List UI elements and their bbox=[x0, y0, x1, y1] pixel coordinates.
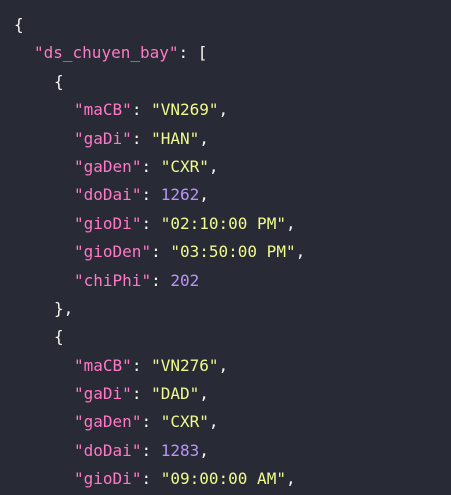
code-line: "gaDi": "DAD", bbox=[74, 384, 209, 404]
json-string-value: "VN276" bbox=[151, 355, 219, 375]
code-line: "gaDi": "HAN", bbox=[74, 128, 209, 148]
object-open-brace: { bbox=[54, 327, 64, 347]
code-line: "maCB": "VN276", bbox=[74, 355, 229, 375]
json-number-value: 1262 bbox=[160, 185, 200, 205]
code-line: "gioDi": "09:00:00 AM", bbox=[74, 469, 296, 489]
open-brace: { bbox=[14, 15, 24, 34]
code-line: "doDai": 1262, bbox=[74, 185, 209, 205]
json-string-value: "09:00:00 AM" bbox=[160, 469, 286, 489]
json-number-value: 1283 bbox=[160, 440, 200, 460]
code-line: { bbox=[14, 323, 451, 351]
json-string-value: "CXR" bbox=[160, 156, 209, 176]
json-string-value: "02:10:00 PM" bbox=[160, 213, 286, 233]
json-key: "gioDi" bbox=[74, 469, 142, 489]
object-close-brace: }, bbox=[54, 298, 74, 318]
json-string-value: "VN269" bbox=[151, 100, 219, 120]
json-string-value: "CXR" bbox=[160, 412, 209, 432]
code-line: "doDai": 1283, bbox=[74, 440, 209, 460]
json-code-view: { "ds_chuyen_bay": [ { "maCB": "VN269", … bbox=[0, 0, 451, 495]
json-string-value: "03:50:00 PM" bbox=[170, 242, 296, 262]
code-line: { bbox=[14, 68, 451, 96]
json-key: "doDai" bbox=[74, 440, 142, 460]
object-open-brace: { bbox=[54, 71, 64, 91]
code-line: "maCB": "VN269", bbox=[74, 100, 229, 120]
code-line: { bbox=[14, 11, 451, 39]
json-key: "gioDen" bbox=[74, 242, 152, 262]
json-key: "gaDen" bbox=[74, 412, 142, 432]
json-key: "chiPhi" bbox=[74, 270, 152, 290]
json-string-value: "DAD" bbox=[151, 384, 200, 404]
json-key: "doDai" bbox=[74, 185, 142, 205]
code-line: "chiPhi": 202 bbox=[74, 270, 200, 290]
code-line: "gioDen": "03:50:00 PM", bbox=[74, 242, 306, 262]
code-line: "gaDen": "CXR", bbox=[74, 156, 219, 176]
code-line: "gioDi": "02:10:00 PM", bbox=[74, 213, 296, 233]
json-key: "gaDi" bbox=[74, 128, 132, 148]
code-line: "gaDen": "CXR", bbox=[74, 412, 219, 432]
root-key: "ds_chuyen_bay" bbox=[34, 43, 179, 63]
json-key: "gaDi" bbox=[74, 384, 132, 404]
code-line: }, bbox=[14, 295, 451, 323]
json-string-value: "HAN" bbox=[151, 128, 200, 148]
json-key: "maCB" bbox=[74, 100, 132, 120]
code-line: "ds_chuyen_bay": [ bbox=[34, 43, 208, 63]
json-key: "maCB" bbox=[74, 355, 132, 375]
json-number-value: 202 bbox=[170, 270, 200, 290]
json-key: "gaDen" bbox=[74, 156, 142, 176]
json-key: "gioDi" bbox=[74, 213, 142, 233]
